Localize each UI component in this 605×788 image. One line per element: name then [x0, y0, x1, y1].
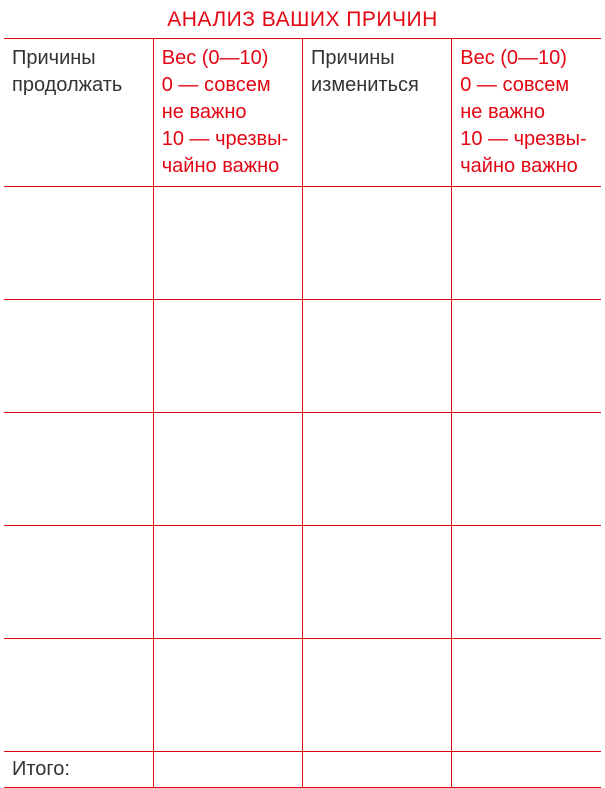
cell-weight-continue[interactable] [153, 187, 302, 300]
cell-reason-continue[interactable] [4, 639, 153, 752]
header-weight-change: Вес (0—10)0 — совсем не важно10 — чрезвы… [452, 39, 601, 187]
cell-reason-continue[interactable] [4, 187, 153, 300]
cell-reason-change[interactable] [303, 300, 452, 413]
cell-reason-change[interactable] [303, 187, 452, 300]
cell-weight-continue[interactable] [153, 639, 302, 752]
totals-weight-change[interactable] [452, 752, 601, 788]
page-title: АНАЛИЗ ВАШИХ ПРИЧИН [4, 8, 601, 32]
cell-weight-change[interactable] [452, 413, 601, 526]
table-row [4, 300, 601, 413]
cell-reason-continue[interactable] [4, 300, 153, 413]
table-row [4, 526, 601, 639]
header-reasons-change: Причины измениться [303, 39, 452, 187]
reasons-table: Причины продолжать Вес (0—10)0 — совсем … [4, 38, 601, 788]
cell-weight-change[interactable] [452, 639, 601, 752]
totals-label: Итого: [4, 752, 153, 788]
cell-reason-change[interactable] [303, 526, 452, 639]
cell-weight-continue[interactable] [153, 300, 302, 413]
totals-weight-continue[interactable] [153, 752, 302, 788]
totals-reason-change[interactable] [303, 752, 452, 788]
cell-weight-change[interactable] [452, 187, 601, 300]
table-row [4, 413, 601, 526]
header-reasons-continue: Причины продолжать [4, 39, 153, 187]
cell-reason-change[interactable] [303, 413, 452, 526]
cell-reason-change[interactable] [303, 639, 452, 752]
cell-weight-continue[interactable] [153, 526, 302, 639]
table-row [4, 187, 601, 300]
totals-row: Итого: [4, 752, 601, 788]
header-weight-continue: Вес (0—10)0 — совсем не важно10 — чрезвы… [153, 39, 302, 187]
cell-reason-continue[interactable] [4, 526, 153, 639]
cell-reason-continue[interactable] [4, 413, 153, 526]
cell-weight-change[interactable] [452, 526, 601, 639]
header-row: Причины продолжать Вес (0—10)0 — совсем … [4, 39, 601, 187]
cell-weight-change[interactable] [452, 300, 601, 413]
cell-weight-continue[interactable] [153, 413, 302, 526]
table-row [4, 639, 601, 752]
